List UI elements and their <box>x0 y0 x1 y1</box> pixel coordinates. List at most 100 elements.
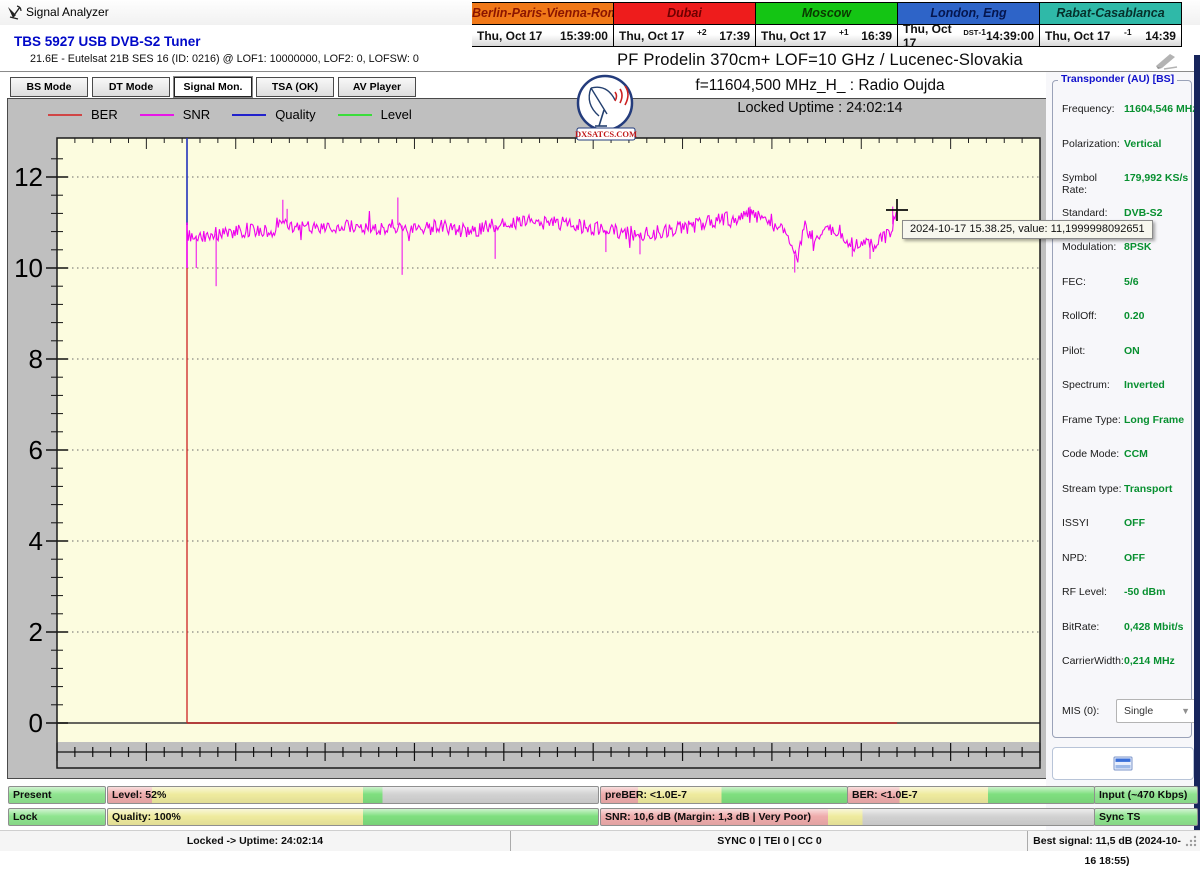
status-bar: Locked -> Uptime: 24:02:14 SYNC 0 | TEI … <box>0 830 1200 867</box>
transponder-row: RF Level: -50 dBm <box>1062 586 1187 621</box>
transponder-row: BitRate: 0,428 Mbit/s <box>1062 621 1187 656</box>
transponder-row-value: 0,428 Mbit/s <box>1124 620 1184 633</box>
legend-line-swatch <box>48 113 82 116</box>
transponder-row: Modulation: 8PSK <box>1062 241 1187 276</box>
clock-city-label: Moscow <box>756 3 897 25</box>
clock-utc-offset: DST-1 <box>963 26 986 37</box>
locked-uptime-label: Locked Uptime : 24:02:14 <box>737 100 903 116</box>
resize-grip[interactable] <box>1184 834 1198 848</box>
transponder-row-label: Stream type: <box>1062 482 1122 495</box>
mode-tabs: BS Mode DT Mode Signal Mon. TSA (OK) AV … <box>10 77 416 97</box>
legend-line-swatch <box>232 113 267 116</box>
transponder-row-label: ISSYI <box>1062 517 1089 529</box>
transponder-row: NPD: OFF <box>1062 552 1187 587</box>
clock-time-row: Thu, Oct 17 -1 14:39 <box>1040 25 1181 46</box>
svg-text:10: 10 <box>14 253 43 283</box>
transponder-row-value: 11604,546 MHz <box>1124 103 1198 115</box>
transponder-row-value: 0,214 MHz <box>1124 655 1175 667</box>
header-divider <box>0 71 1200 73</box>
clock-time: 14:39 <box>1145 28 1176 43</box>
snr-bar: SNR: 10,6 dB (Margin: 1,3 dB | Very Poor… <box>600 808 1095 826</box>
clock-date: Thu, Oct 17 <box>903 21 952 50</box>
clock-utc-offset: +1 <box>838 26 849 37</box>
transponder-row-value: -50 dBm <box>1124 586 1166 598</box>
transponder-row: FEC: 5/6 <box>1062 276 1187 311</box>
transponder-row-value: 5/6 <box>1124 275 1139 288</box>
clock-time-row: Thu, Oct 17 +2 17:39 <box>614 25 755 46</box>
mode-tab-button[interactable]: TSA (OK) <box>256 77 334 97</box>
chart-legend: BER SNR Quality Level <box>48 107 434 122</box>
dxsatcs-logo: DXSATCS.COM <box>575 74 637 141</box>
svg-text:8: 8 <box>29 344 43 374</box>
svg-text:4: 4 <box>29 526 43 556</box>
transponder-row-value: 0.20 <box>1124 310 1145 322</box>
transponder-row-value: Transport <box>1124 482 1173 495</box>
desktop-edge-strip <box>1194 55 1200 850</box>
clock-cell: Rabat-Casablanca Thu, Oct 17 -1 14:39 <box>1040 2 1182 47</box>
mode-tab-button[interactable]: DT Mode <box>92 77 170 97</box>
transponder-row-label: RF Level: <box>1062 586 1107 598</box>
frequency-service-line: f=11604,500 MHz_H_ : Radio Oujda <box>695 77 945 94</box>
clock-date: Thu, Oct 17 <box>1045 28 1111 43</box>
svg-text:0: 0 <box>29 708 43 738</box>
signal-analyzer-window: { "window": { "title": "Signal Analyzer"… <box>0 0 1200 867</box>
transponder-row: Code Mode: CCM <box>1062 448 1187 483</box>
window-title: Signal Analyzer <box>26 5 109 19</box>
transponder-row-label: Code Mode: <box>1062 448 1120 460</box>
transponder-row-value: Inverted <box>1124 379 1165 391</box>
chart-value-tooltip: 2024-10-17 15.38.25, value: 11,199999809… <box>902 220 1153 239</box>
app-dish-icon <box>8 5 22 20</box>
ber-bar: BER: <1.0E-7 <box>847 786 1095 804</box>
clock-city-label: Rabat-Casablanca <box>1040 3 1181 25</box>
clock-time: 14:39:00 <box>985 28 1034 43</box>
clock-city-label: Berlin-Paris-Vienna-Roma <box>472 3 613 25</box>
mis-row: MIS (0): Single ▼ <box>1062 699 1196 723</box>
mis-label: MIS (0): <box>1062 705 1100 717</box>
legend-label: Quality <box>275 107 316 122</box>
mode-tab-button[interactable]: AV Player <box>338 77 416 97</box>
signal-chart[interactable]: 0 2 4 6 8 10 12 <box>12 130 1048 778</box>
legend-label: SNR <box>182 107 211 122</box>
logo-text: DXSATCS.COM <box>575 129 637 139</box>
transponder-row-label: NPD: <box>1062 551 1088 564</box>
transponder-row-label: Pilot: <box>1062 344 1086 357</box>
legend-line-swatch <box>139 113 174 116</box>
mode-tab-button[interactable]: BS Mode <box>10 77 88 97</box>
transponder-row-value: DVB-S2 <box>1124 206 1163 219</box>
mode-tab-button[interactable]: Signal Mon. <box>174 77 252 97</box>
lock-indicator: Lock <box>8 808 106 826</box>
transponder-row-label: RollOff: <box>1062 310 1097 322</box>
chevron-down-icon: ▼ <box>1181 706 1190 716</box>
clock-time-row: Thu, Oct 17 15:39:00 <box>472 25 613 46</box>
transponder-row-label: Symbol Rate: <box>1062 172 1098 196</box>
transponder-row-label: Frequency: <box>1062 103 1115 115</box>
mis-dropdown[interactable]: Single ▼ <box>1116 699 1196 723</box>
status-uptime: Locked -> Uptime: 24:02:14 <box>186 835 324 847</box>
transponder-row-value: 8PSK <box>1124 241 1152 253</box>
transponder-row: Polarization: Vertical <box>1062 138 1187 173</box>
transponder-row-label: Standard: <box>1062 206 1108 219</box>
transponder-row: Frequency: 11604,546 MHz <box>1062 103 1198 138</box>
transponder-row: Frame Type: Long Frame <box>1062 414 1187 449</box>
clock-date: Thu, Oct 17 <box>619 28 685 43</box>
transponder-row-label: Frame Type: <box>1062 413 1121 426</box>
pen-signature-icon <box>1156 54 1178 70</box>
transponder-row-label: Polarization: <box>1062 137 1120 150</box>
ts-tool-button[interactable] <box>1052 747 1194 780</box>
status-sync-counters: SYNC 0 | TEI 0 | CC 0 <box>510 831 1028 851</box>
svg-text:6: 6 <box>29 435 43 465</box>
transponder-row-value: OFF <box>1124 517 1145 529</box>
antenna-location-line: PF Prodelin 370cm+ LOF=10 GHz / Lucenec-… <box>617 51 1023 69</box>
clock-city-label: Dubai <box>614 3 755 25</box>
clock-utc-offset: -1 <box>1124 26 1132 37</box>
clock-cell: Dubai Thu, Oct 17 +2 17:39 <box>614 2 756 47</box>
transponder-groupbox: Transponder (AU) [BS] Frequency: 11604,5… <box>1052 73 1198 738</box>
clock-time-row: Thu, Oct 17 DST-1 14:39:00 <box>898 22 1039 50</box>
legend-line-swatch <box>337 113 372 116</box>
transponder-row: Symbol Rate: 179,992 KS/s <box>1062 172 1188 207</box>
ts-list-icon <box>1113 756 1133 771</box>
tuner-title: TBS 5927 USB DVB-S2 Tuner <box>14 34 201 49</box>
legend-label: Level <box>380 107 412 122</box>
clock-cell: Moscow Thu, Oct 17 +1 16:39 <box>756 2 898 47</box>
present-indicator: Present <box>8 786 106 804</box>
